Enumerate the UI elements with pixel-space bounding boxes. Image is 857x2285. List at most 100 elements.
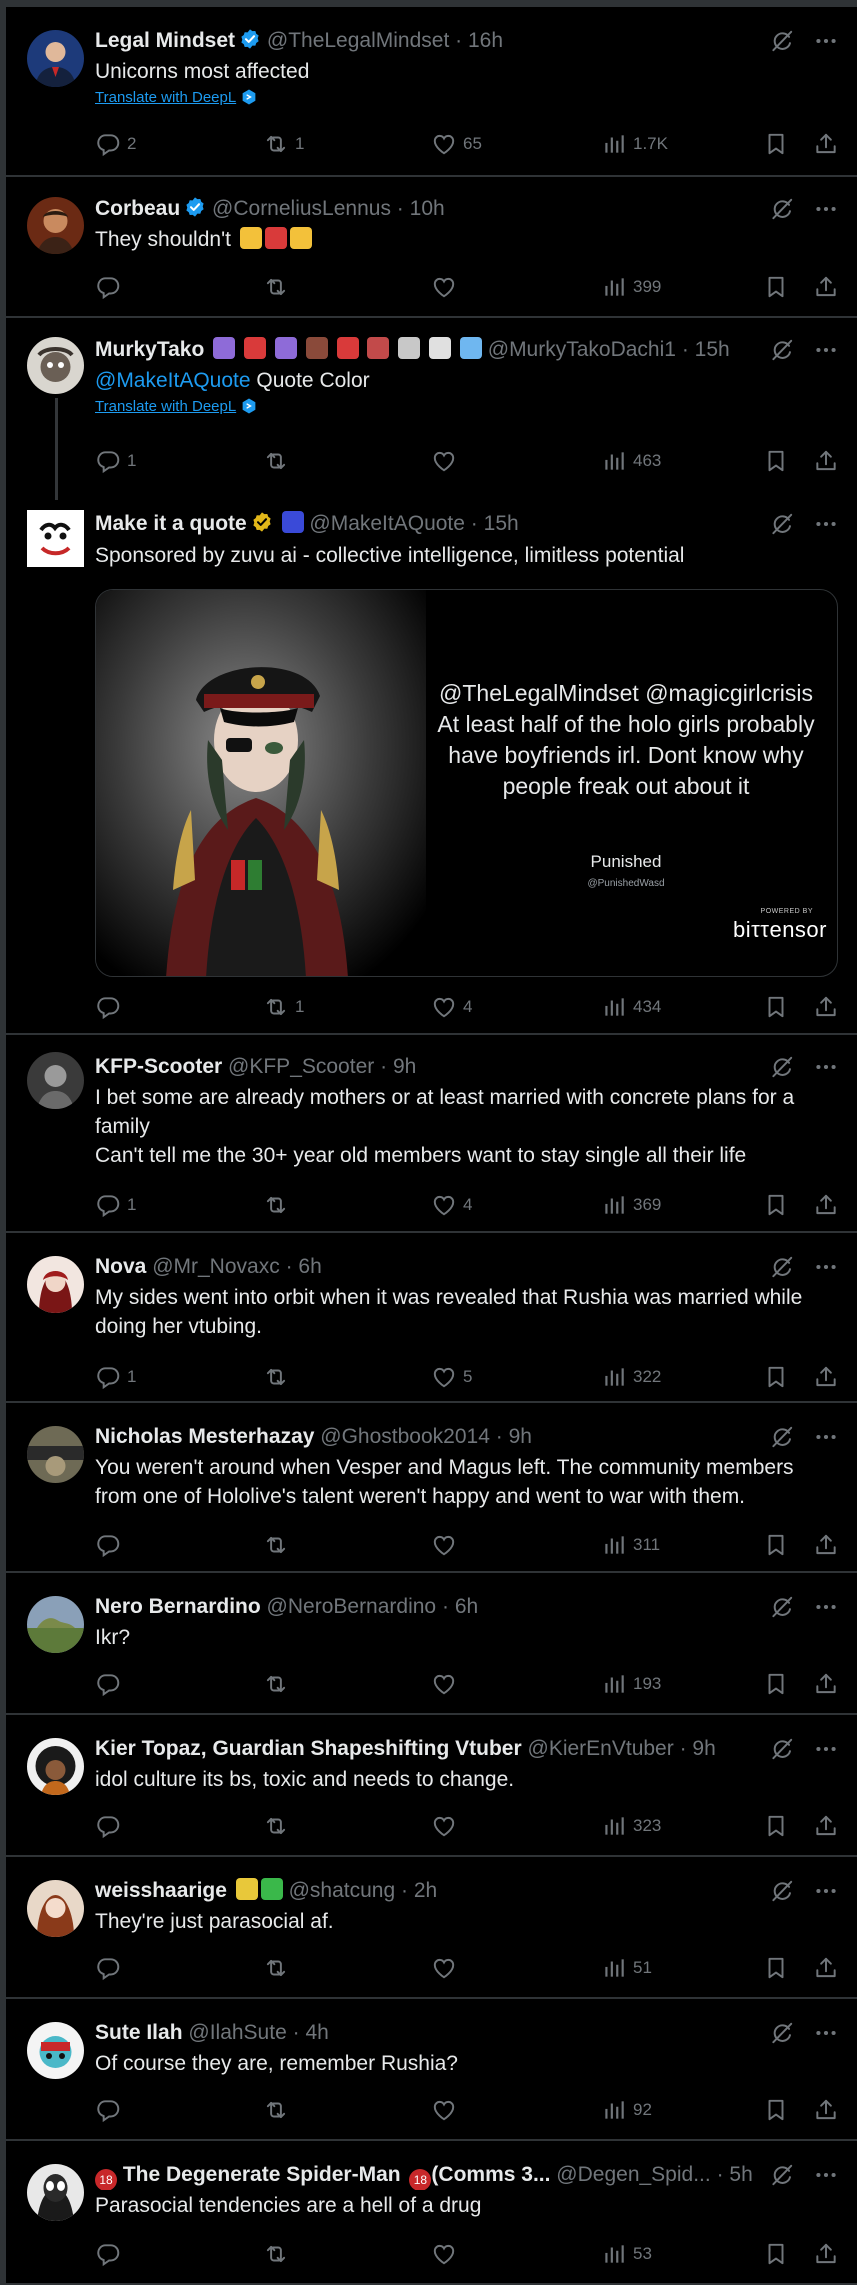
share-button[interactable] [813,2095,845,2125]
timestamp[interactable]: 9h [509,1425,532,1448]
repost-button[interactable] [263,1362,295,1392]
share-button[interactable] [813,992,845,1022]
more-options-icon[interactable] [813,1424,839,1450]
timestamp[interactable]: 5h [729,2163,752,2186]
display-name[interactable]: weisshaarige [95,1879,227,1902]
tweet[interactable]: Legal Mindset @TheLegalMindset · 16h Uni… [6,7,857,177]
share-button[interactable] [813,1530,845,1560]
reply-button[interactable]: 2 [95,129,136,159]
grok-icon[interactable] [769,2020,795,2046]
share-button[interactable] [813,2239,845,2269]
repost-button[interactable] [263,446,295,476]
repost-button[interactable] [263,1669,295,1699]
grok-icon[interactable] [769,1736,795,1762]
bookmark-button[interactable] [763,2095,795,2125]
avatar[interactable] [27,30,84,87]
grok-icon[interactable] [769,28,795,54]
reply-button[interactable] [95,272,127,302]
user-handle[interactable]: @KFP_Scooter [228,1055,374,1078]
bookmark-button[interactable] [763,1669,795,1699]
views-button[interactable]: 463 [601,446,661,476]
tweet[interactable]: 18 The Degenerate Spider-Man 18 (Comms 3.… [6,2141,857,2285]
grok-icon[interactable] [769,1594,795,1620]
like-button[interactable] [431,1669,463,1699]
grok-icon[interactable] [769,196,795,222]
share-button[interactable] [813,1362,845,1392]
avatar[interactable] [27,1426,84,1483]
like-button[interactable] [431,2095,463,2125]
avatar[interactable] [27,2164,84,2221]
more-options-icon[interactable] [813,1254,839,1280]
avatar[interactable] [27,2022,84,2079]
views-button[interactable]: 322 [601,1362,661,1392]
user-handle[interactable]: @Degen_Spid... [556,2163,710,2186]
more-options-icon[interactable] [813,28,839,54]
views-button[interactable]: 53 [601,2239,652,2269]
repost-button[interactable] [263,1811,295,1841]
bookmark-button[interactable] [763,1362,795,1392]
share-button[interactable] [813,1811,845,1841]
views-button[interactable]: 51 [601,1953,652,1983]
user-handle[interactable]: @Ghostbook2014 [320,1425,490,1448]
timestamp[interactable]: 2h [414,1879,437,1902]
display-name[interactable]: The Degenerate Spider-Man [123,2163,401,2186]
user-handle[interactable]: @KierEnVtuber [528,1737,674,1760]
display-name[interactable]: Nero Bernardino [95,1595,261,1618]
avatar[interactable] [27,1738,84,1795]
reply-button[interactable] [95,992,127,1022]
grok-icon[interactable] [769,1878,795,1904]
more-options-icon[interactable] [813,1594,839,1620]
avatar[interactable] [27,197,84,254]
user-handle[interactable]: @IlahSute [188,2021,286,2044]
reply-button[interactable] [95,1530,127,1560]
timestamp[interactable]: 15h [695,338,730,361]
timestamp[interactable]: 4h [305,2021,328,2044]
like-button[interactable] [431,272,463,302]
like-button[interactable]: 4 [431,1190,472,1220]
reply-button[interactable] [95,1953,127,1983]
display-name[interactable]: MurkyTako [95,338,204,361]
views-button[interactable]: 311 [601,1530,660,1560]
display-name[interactable]: Nicholas Mesterhazay [95,1425,314,1448]
user-handle[interactable]: @MurkyTakoDachi1 [488,338,676,361]
timestamp[interactable]: 16h [468,29,503,52]
bookmark-button[interactable] [763,1953,795,1983]
reply-button[interactable]: 1 [95,1190,136,1220]
bookmark-button[interactable] [763,129,795,159]
like-button[interactable] [431,1811,463,1841]
display-name[interactable]: Kier Topaz, Guardian Shapeshifting Vtube… [95,1737,522,1760]
more-options-icon[interactable] [813,2162,839,2188]
reply-button[interactable] [95,1811,127,1841]
views-button[interactable]: 399 [601,272,661,302]
avatar[interactable] [27,510,84,567]
user-handle[interactable]: @TheLegalMindset [267,29,449,52]
reply-button[interactable] [95,2239,127,2269]
timestamp[interactable]: 9h [393,1055,416,1078]
timestamp[interactable]: 15h [484,512,519,535]
repost-button[interactable] [263,272,295,302]
share-button[interactable] [813,1953,845,1983]
avatar[interactable] [27,1052,84,1109]
reply-button[interactable]: 1 [95,446,136,476]
more-options-icon[interactable] [813,337,839,363]
bookmark-button[interactable] [763,1190,795,1220]
timestamp[interactable]: 10h [410,197,445,220]
display-name-suffix[interactable]: (Comms 3... [431,2163,550,2186]
grok-icon[interactable] [769,1254,795,1280]
more-options-icon[interactable] [813,2020,839,2046]
tweet[interactable]: weisshaarige @shatcung · 2h They're just… [6,1857,857,1999]
share-button[interactable] [813,129,845,159]
share-button[interactable] [813,1669,845,1699]
reply-button[interactable] [95,1669,127,1699]
bookmark-button[interactable] [763,1530,795,1560]
avatar[interactable] [27,1880,84,1937]
translate-link[interactable]: Translate with DeepL [95,88,258,108]
user-handle[interactable]: @CorneliusLennus [212,197,391,220]
more-options-icon[interactable] [813,1736,839,1762]
like-button[interactable] [431,1530,463,1560]
user-handle[interactable]: @shatcung [289,1879,396,1902]
tweet[interactable]: Nero Bernardino @NeroBernardino · 6h Ikr… [6,1573,857,1715]
tweet[interactable]: Sute Ilah @IlahSute · 4h Of course they … [6,1999,857,2141]
bookmark-button[interactable] [763,2239,795,2269]
tweet[interactable]: Nicholas Mesterhazay @Ghostbook2014 · 9h… [6,1403,857,1573]
